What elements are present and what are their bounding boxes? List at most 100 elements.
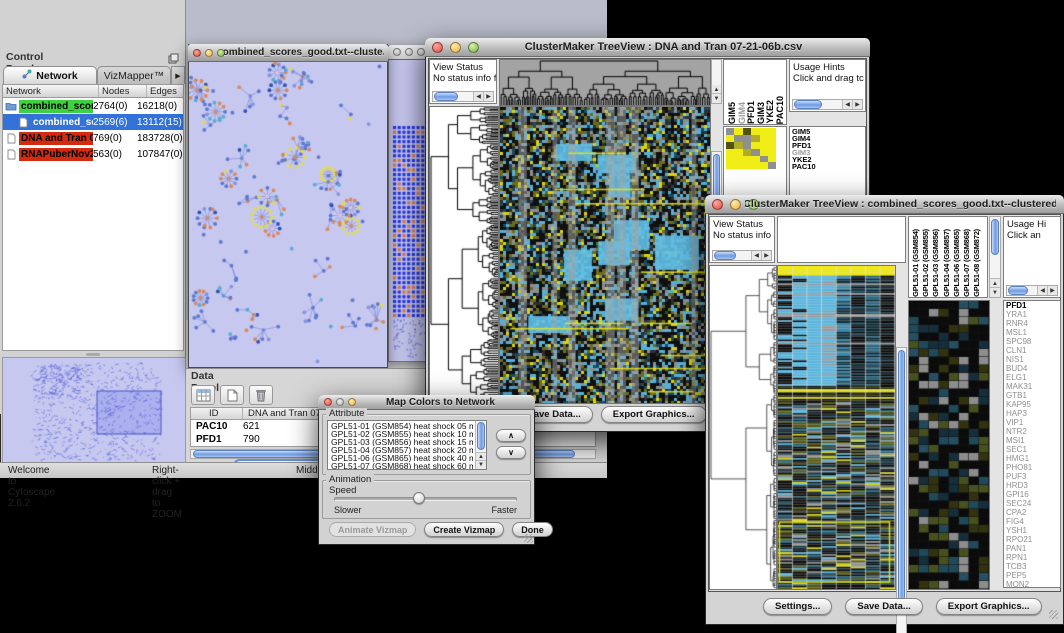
gene-label[interactable]: HMG1 (1006, 454, 1032, 463)
attribute-list-vscrollbar[interactable]: ▲ ▼ (475, 421, 486, 469)
column-header-edges[interactable]: Edges (147, 85, 183, 97)
network-table-row[interactable]: combined_sco2569(6)13112(15) (3, 114, 183, 130)
matrix-cell[interactable] (768, 156, 776, 163)
gene-label[interactable]: RNR4 (1006, 319, 1032, 328)
gene-label[interactable]: KAP95 (1006, 400, 1032, 409)
treeview2-titlebar[interactable]: ClusterMaker TreeView : combined_scores_… (705, 195, 1064, 214)
gene-label[interactable]: PAC10 (792, 164, 816, 171)
attribute-list[interactable]: GPL51-01 (GSM854) heat shock 05 minGPL51… (327, 420, 487, 470)
minimize-icon[interactable] (205, 49, 213, 57)
gene-label[interactable]: ELG1 (1006, 373, 1032, 382)
gene-label[interactable]: HAP3 (1006, 409, 1032, 418)
zoom-window-icon[interactable] (417, 48, 425, 56)
close-icon[interactable] (193, 49, 201, 57)
animation-slider-thumb[interactable] (413, 492, 425, 504)
network-view-canvas[interactable] (189, 62, 387, 367)
attribute-list-item[interactable]: GPL51-02 (GSM855) heat shock 10 min (331, 430, 473, 438)
treeview2-global-vscrollbar[interactable]: ▲ ▼ (896, 347, 907, 633)
matrix-cell[interactable] (760, 162, 768, 169)
network-overview-thumbnail[interactable] (2, 357, 186, 463)
gene-label[interactable]: PAN1 (1006, 544, 1032, 553)
treeview2-button[interactable]: Save Data... (845, 598, 922, 615)
treeview1-column-scroll-strip[interactable]: ▲ ▼ (711, 59, 722, 104)
treeview1-titlebar[interactable]: ClusterMaker TreeView : DNA and Tran 07-… (425, 38, 870, 57)
matrix-cell[interactable] (760, 135, 768, 142)
minimize-icon[interactable] (336, 398, 344, 406)
matrix-cell[interactable] (751, 128, 759, 135)
treeview2-zoom-heatmap[interactable] (908, 300, 990, 590)
minimize-icon[interactable] (730, 199, 741, 210)
treeview1-button[interactable]: Export Graphics... (601, 406, 707, 423)
matrix-cell[interactable] (768, 135, 776, 142)
matrix-cell[interactable] (734, 156, 742, 163)
gene-label[interactable]: NTR2 (1006, 427, 1032, 436)
minimize-icon[interactable] (405, 48, 413, 56)
matrix-cell[interactable] (768, 128, 776, 135)
treeview2-button[interactable]: Settings... (763, 598, 832, 615)
scroll-down-icon[interactable]: ▼ (712, 93, 721, 103)
column-label[interactable]: YKE2 (765, 100, 775, 124)
scroll-right-icon[interactable]: ▶ (852, 100, 862, 109)
usage-hints-hscrollbar[interactable]: ◀ ▶ (792, 99, 863, 110)
matrix-cell[interactable] (760, 128, 768, 135)
matrix-cell[interactable] (751, 142, 759, 149)
treeview2-global-heatmap[interactable] (777, 265, 896, 590)
matrix-cell[interactable] (734, 162, 742, 169)
gene-label[interactable]: GTB1 (1006, 391, 1032, 400)
attribute-list-item[interactable]: GPL51-07 (GSM868) heat shock 60 min (331, 462, 473, 470)
delete-attribute-trash-icon[interactable] (249, 385, 273, 405)
gene-label[interactable]: FIG4 (1006, 517, 1032, 526)
gene-label[interactable]: BUD4 (1006, 364, 1032, 373)
gene-label[interactable]: PUF3 (1006, 472, 1032, 481)
column-label[interactable]: PFD1 (746, 101, 756, 124)
column-label[interactable]: GPL51-06 (GSM865) (952, 229, 962, 297)
column-label[interactable]: GPL51-01 (GSM854) (911, 229, 921, 297)
network-table-row[interactable]: combined_scores_2764(0)16218(0) (3, 98, 183, 114)
gene-label[interactable]: VIP1 (1006, 418, 1032, 427)
scroll-down-icon[interactable]: ▼ (990, 287, 1000, 297)
scroll-left-icon[interactable]: ◀ (842, 100, 852, 109)
gene-label[interactable]: CPA2 (1006, 508, 1032, 517)
treeview1-heatmap[interactable] (499, 106, 711, 404)
gene-label[interactable]: NIS1 (1006, 355, 1032, 364)
matrix-cell[interactable] (768, 142, 776, 149)
gene-label[interactable]: YRA1 (1006, 310, 1032, 319)
gene-label[interactable]: PFD1 (1006, 301, 1032, 310)
network-frame-1-titlebar[interactable]: combined_scores_good.txt--cluste... (188, 44, 388, 62)
treeview1-row-dendrogram[interactable] (429, 106, 499, 404)
column-label[interactable]: GIM4 (737, 102, 747, 124)
scroll-down-icon[interactable]: ▼ (476, 460, 486, 469)
column-label[interactable]: GPL51-08 (GSM872) (972, 229, 982, 297)
gene-label[interactable]: MSL1 (1006, 328, 1032, 337)
matrix-cell[interactable] (751, 149, 759, 156)
scroll-right-icon[interactable]: ▶ (1047, 286, 1057, 295)
move-down-button[interactable]: ∨ (496, 446, 526, 459)
column-label[interactable]: PAC10 (775, 96, 785, 124)
treeview1-zoom-matrix[interactable] (726, 128, 776, 169)
tab-vizmapper[interactable]: VizMapper™ (97, 66, 171, 84)
panel-divider-handle[interactable] (0, 352, 186, 356)
matrix-cell[interactable] (734, 142, 742, 149)
matrix-cell[interactable] (734, 149, 742, 156)
matrix-cell[interactable] (768, 149, 776, 156)
usage-hints-hscrollbar[interactable]: ◀ ▶ (1006, 285, 1058, 296)
scroll-left-icon[interactable]: ◀ (1037, 286, 1047, 295)
matrix-cell[interactable] (743, 156, 751, 163)
column-label[interactable]: GIM3 (756, 102, 766, 124)
matrix-cell[interactable] (768, 162, 776, 169)
matrix-cell[interactable] (743, 142, 751, 149)
gene-label[interactable]: MSI1 (1006, 436, 1032, 445)
matrix-cell[interactable] (734, 128, 742, 135)
gene-label[interactable]: MON2 (1006, 580, 1032, 589)
resize-grip[interactable] (524, 534, 533, 543)
treeview1-column-dendrogram[interactable] (499, 59, 711, 106)
view-status-hscrollbar[interactable]: ◀ ▶ (432, 91, 494, 102)
close-icon[interactable] (393, 48, 401, 56)
gene-label[interactable]: SEC1 (1006, 445, 1032, 454)
view-status-hscrollbar[interactable]: ◀ ▶ (712, 250, 772, 261)
matrix-cell[interactable] (726, 156, 734, 163)
matrix-cell[interactable] (751, 156, 759, 163)
matrix-cell[interactable] (751, 135, 759, 142)
gene-label[interactable]: PHO81 (1006, 463, 1032, 472)
matrix-cell[interactable] (743, 149, 751, 156)
